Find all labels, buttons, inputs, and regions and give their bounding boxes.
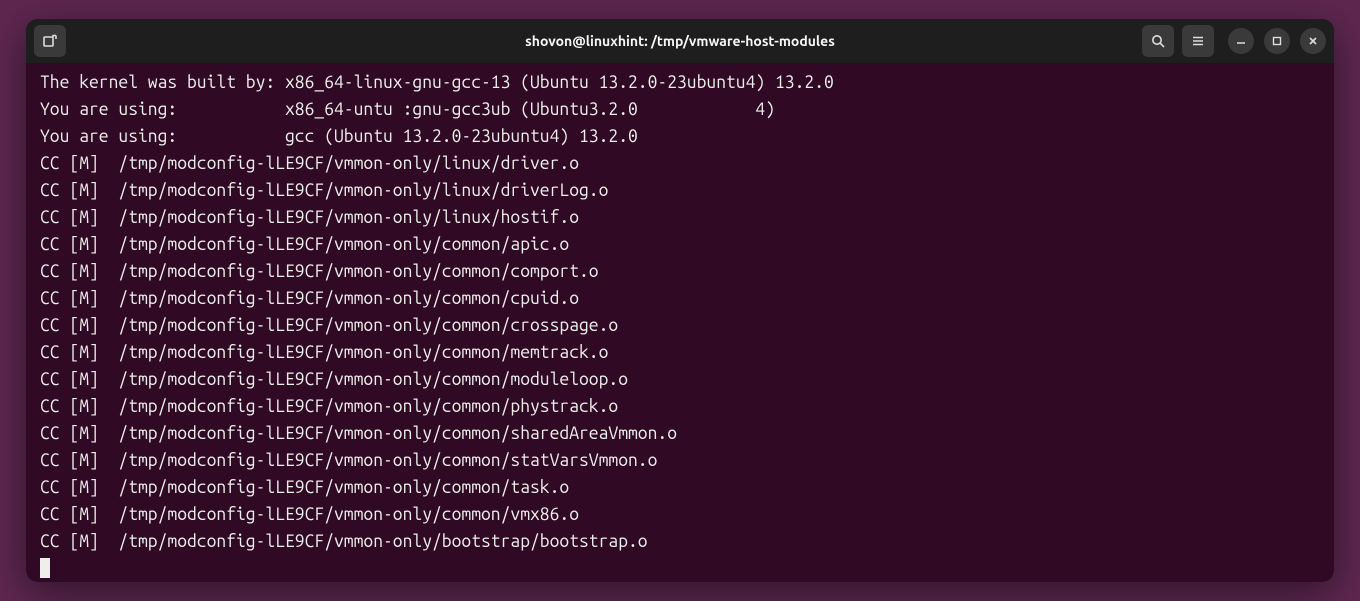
menu-button[interactable] bbox=[1182, 25, 1214, 57]
titlebar: shovon@linuxhint: /tmp/vmware-host-modul… bbox=[26, 19, 1334, 63]
terminal-line: CC [M] /tmp/modconfig-lLE9CF/vmmon-only/… bbox=[40, 258, 1320, 285]
terminal-line: CC [M] /tmp/modconfig-lLE9CF/vmmon-only/… bbox=[40, 528, 1320, 555]
terminal-line: CC [M] /tmp/modconfig-lLE9CF/vmmon-only/… bbox=[40, 420, 1320, 447]
terminal-line: You are using: gcc (Ubuntu 13.2.0-23ubun… bbox=[40, 123, 1320, 150]
hamburger-icon bbox=[1190, 33, 1206, 49]
cursor bbox=[40, 558, 50, 578]
terminal-line: CC [M] /tmp/modconfig-lLE9CF/vmmon-only/… bbox=[40, 474, 1320, 501]
close-button[interactable] bbox=[1300, 28, 1326, 54]
terminal-line: CC [M] /tmp/modconfig-lLE9CF/vmmon-only/… bbox=[40, 447, 1320, 474]
titlebar-left bbox=[34, 25, 66, 57]
search-button[interactable] bbox=[1142, 25, 1174, 57]
terminal-line: CC [M] /tmp/modconfig-lLE9CF/vmmon-only/… bbox=[40, 366, 1320, 393]
new-tab-button[interactable] bbox=[34, 25, 66, 57]
terminal-line: You are using: x86_64-untu :gnu-gcc3ub (… bbox=[40, 96, 1320, 123]
terminal-line: CC [M] /tmp/modconfig-lLE9CF/vmmon-only/… bbox=[40, 177, 1320, 204]
maximize-icon bbox=[1271, 35, 1283, 47]
terminal-line: CC [M] /tmp/modconfig-lLE9CF/vmmon-only/… bbox=[40, 393, 1320, 420]
window-title: shovon@linuxhint: /tmp/vmware-host-modul… bbox=[525, 33, 835, 49]
terminal-cursor-line bbox=[40, 555, 1320, 582]
terminal-line: CC [M] /tmp/modconfig-lLE9CF/vmmon-only/… bbox=[40, 339, 1320, 366]
close-icon bbox=[1307, 35, 1319, 47]
terminal-line: CC [M] /tmp/modconfig-lLE9CF/vmmon-only/… bbox=[40, 285, 1320, 312]
new-tab-icon bbox=[42, 33, 58, 49]
terminal-line: CC [M] /tmp/modconfig-lLE9CF/vmmon-only/… bbox=[40, 231, 1320, 258]
terminal-line: CC [M] /tmp/modconfig-lLE9CF/vmmon-only/… bbox=[40, 150, 1320, 177]
terminal-line: CC [M] /tmp/modconfig-lLE9CF/vmmon-only/… bbox=[40, 204, 1320, 231]
minimize-icon bbox=[1235, 35, 1247, 47]
window-controls bbox=[1228, 28, 1326, 54]
terminal-line: CC [M] /tmp/modconfig-lLE9CF/vmmon-only/… bbox=[40, 501, 1320, 528]
titlebar-right bbox=[1142, 25, 1326, 57]
terminal-line: CC [M] /tmp/modconfig-lLE9CF/vmmon-only/… bbox=[40, 312, 1320, 339]
minimize-button[interactable] bbox=[1228, 28, 1254, 54]
terminal-window: shovon@linuxhint: /tmp/vmware-host-modul… bbox=[26, 19, 1334, 582]
search-icon bbox=[1150, 33, 1166, 49]
terminal-output[interactable]: The kernel was built by: x86_64-linux-gn… bbox=[26, 63, 1334, 582]
maximize-button[interactable] bbox=[1264, 28, 1290, 54]
terminal-line: The kernel was built by: x86_64-linux-gn… bbox=[40, 69, 1320, 96]
